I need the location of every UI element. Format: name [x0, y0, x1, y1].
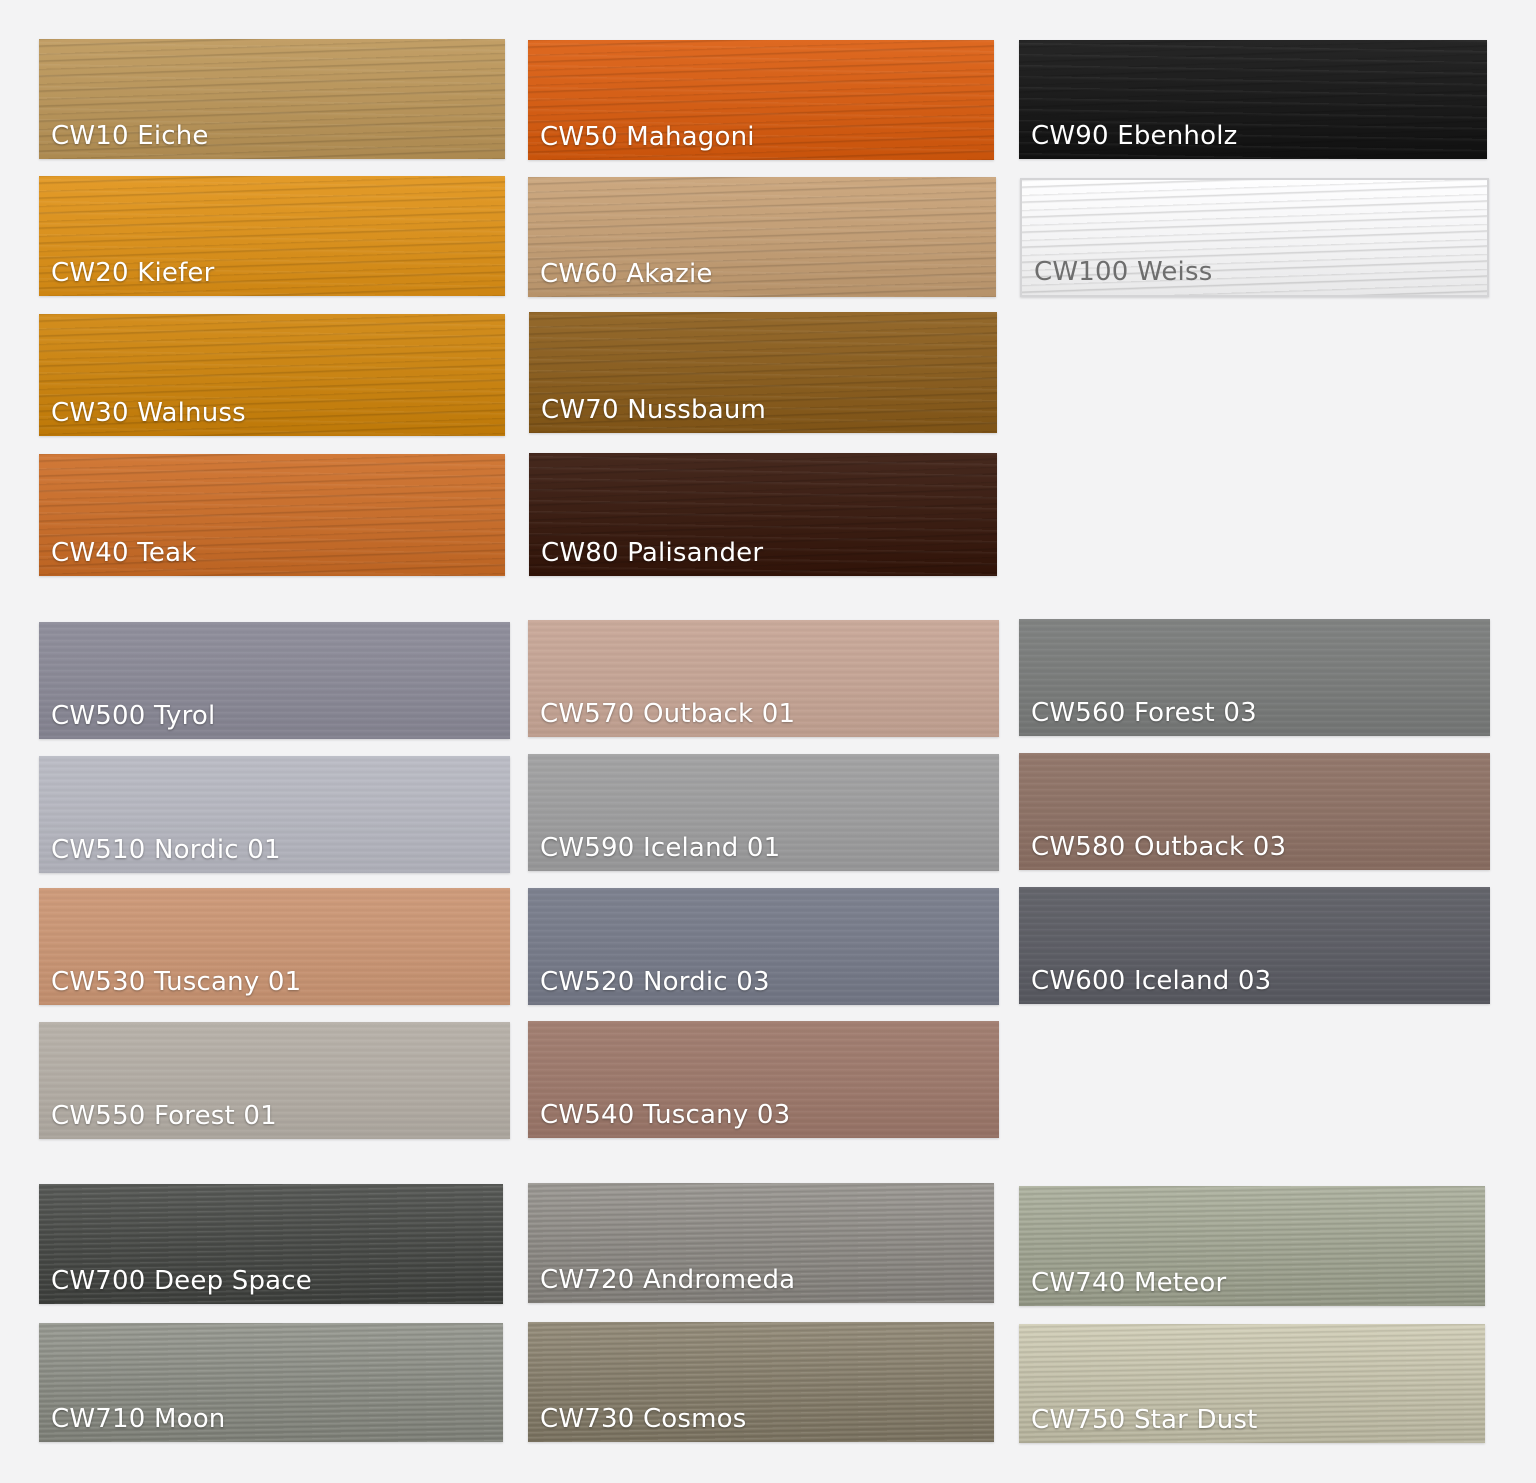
swatch-label: CW50 Mahagoni [540, 122, 755, 152]
color-chart-page: { "swatches": [ {"id": "cw10", "label": … [0, 0, 1536, 1483]
swatch-label: CW60 Akazie [540, 259, 713, 289]
swatch-cw550: CW550 Forest 01 [39, 1022, 510, 1139]
swatch-cw580: CW580 Outback 03 [1019, 753, 1490, 870]
swatch-cw710: CW710 Moon [39, 1323, 503, 1442]
swatch-label: CW540 Tuscany 03 [540, 1100, 791, 1130]
swatch-label: CW730 Cosmos [540, 1404, 747, 1434]
swatch-cw50: CW50 Mahagoni [528, 40, 994, 160]
swatch-cw70: CW70 Nussbaum [529, 312, 997, 433]
swatch-label: CW550 Forest 01 [51, 1101, 277, 1131]
swatch-label: CW510 Nordic 01 [51, 835, 281, 865]
swatch-cw20: CW20 Kiefer [39, 176, 505, 296]
swatch-label: CW710 Moon [51, 1404, 226, 1434]
swatch-cw750: CW750 Star Dust [1019, 1324, 1485, 1443]
swatch-cw720: CW720 Andromeda [528, 1183, 994, 1303]
swatch-label: CW10 Eiche [51, 121, 209, 151]
swatch-cw540: CW540 Tuscany 03 [528, 1021, 999, 1138]
swatch-cw90: CW90 Ebenholz [1019, 40, 1487, 159]
swatch-cw530: CW530 Tuscany 01 [39, 888, 510, 1005]
swatch-label: CW570 Outback 01 [540, 699, 796, 729]
swatch-cw730: CW730 Cosmos [528, 1322, 994, 1442]
swatch-label: CW530 Tuscany 01 [51, 967, 302, 997]
swatch-cw40: CW40 Teak [39, 454, 505, 576]
swatch-label: CW700 Deep Space [51, 1266, 312, 1296]
swatch-cw520: CW520 Nordic 03 [528, 888, 999, 1005]
swatch-cw740: CW740 Meteor [1019, 1186, 1485, 1306]
swatch-label: CW70 Nussbaum [541, 395, 767, 425]
swatch-cw560: CW560 Forest 03 [1019, 619, 1490, 736]
swatch-label: CW720 Andromeda [540, 1265, 796, 1295]
swatch-label: CW600 Iceland 03 [1031, 966, 1272, 996]
swatch-label: CW560 Forest 03 [1031, 698, 1257, 728]
swatch-label: CW90 Ebenholz [1031, 121, 1238, 151]
swatch-cw500: CW500 Tyrol [39, 622, 510, 739]
swatch-cw10: CW10 Eiche [39, 39, 505, 159]
swatch-label: CW20 Kiefer [51, 258, 215, 288]
swatch-label: CW500 Tyrol [51, 701, 216, 731]
swatch-label: CW590 Iceland 01 [540, 833, 781, 863]
swatch-cw80: CW80 Palisander [529, 453, 997, 576]
swatch-cw600: CW600 Iceland 03 [1019, 887, 1490, 1004]
swatch-label: CW40 Teak [51, 538, 197, 568]
swatch-cw510: CW510 Nordic 01 [39, 756, 510, 873]
swatch-label: CW80 Palisander [541, 538, 764, 568]
swatch-cw30: CW30 Walnuss [39, 314, 505, 436]
swatch-label: CW750 Star Dust [1031, 1405, 1258, 1435]
swatch-label: CW580 Outback 03 [1031, 832, 1287, 862]
swatch-cw570: CW570 Outback 01 [528, 620, 999, 737]
swatch-label: CW520 Nordic 03 [540, 967, 770, 997]
swatch-label: CW740 Meteor [1031, 1268, 1227, 1298]
swatch-cw590: CW590 Iceland 01 [528, 754, 999, 871]
swatch-cw60: CW60 Akazie [528, 177, 996, 297]
swatch-cw700: CW700 Deep Space [39, 1184, 503, 1304]
swatch-label: CW30 Walnuss [51, 398, 246, 428]
swatch-cw100: CW100 Weiss [1020, 178, 1489, 297]
swatch-label: CW100 Weiss [1034, 257, 1213, 287]
